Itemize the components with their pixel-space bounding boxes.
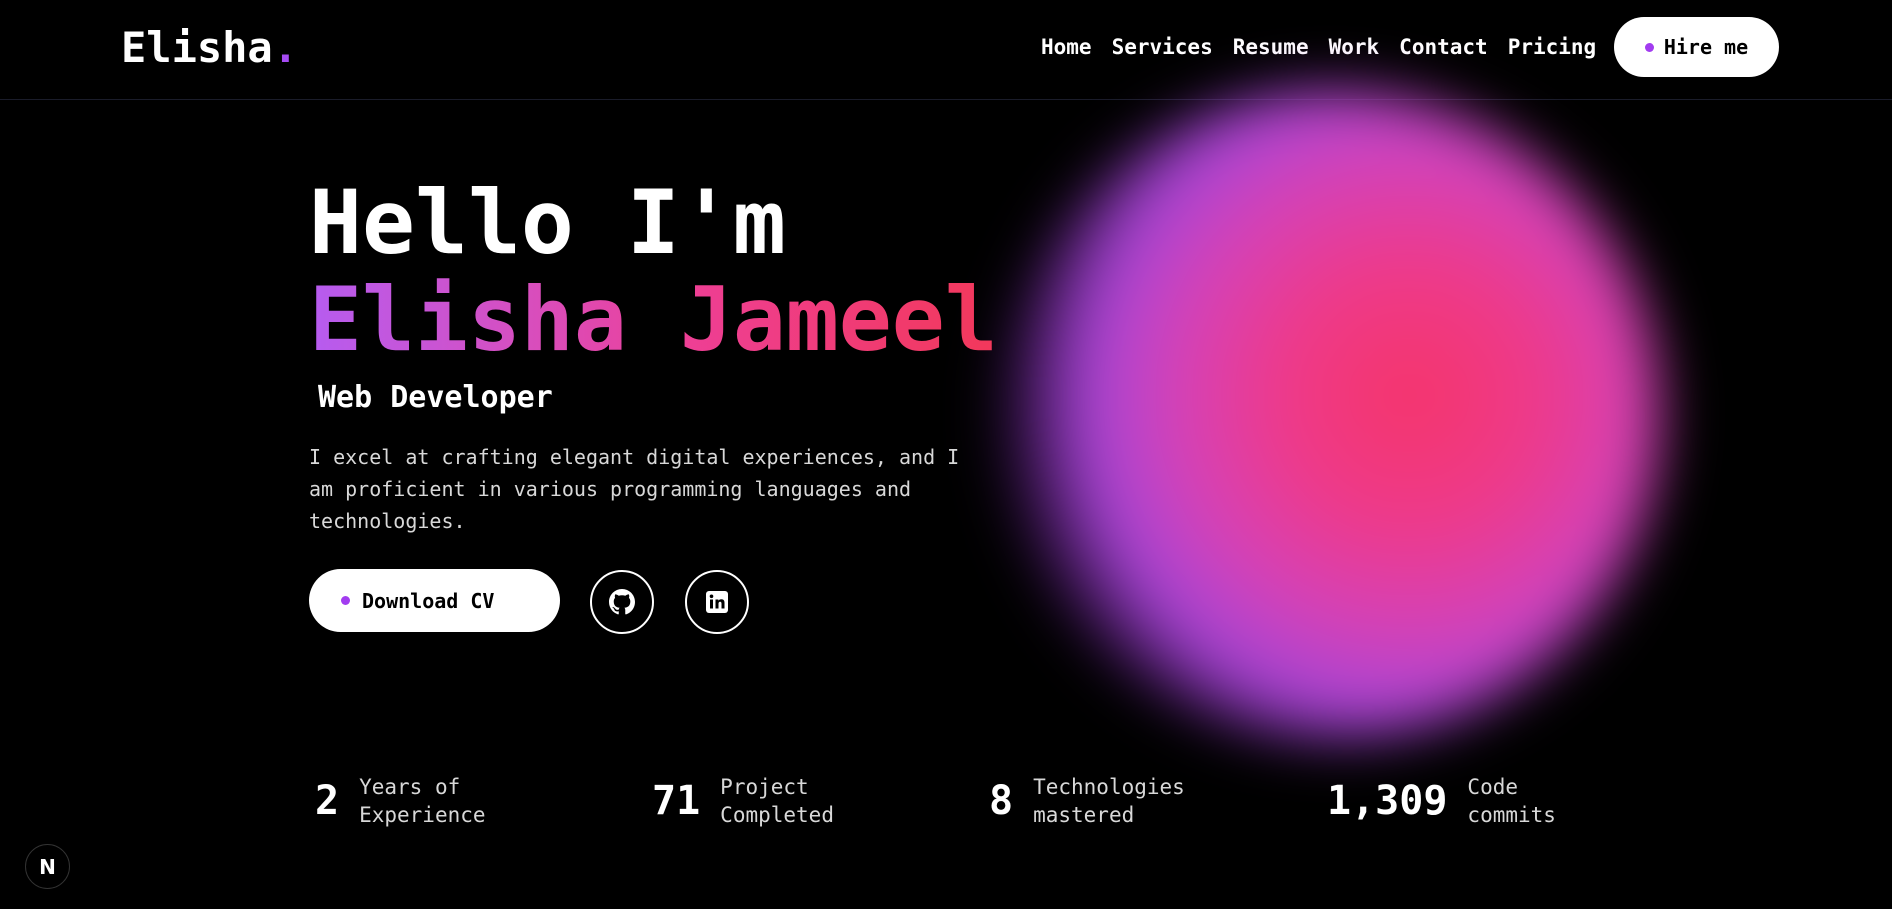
logo-dot: . xyxy=(272,23,299,72)
stat-technologies: 8 Technologies mastered xyxy=(989,773,1185,829)
hero-greeting: Hello I'm xyxy=(309,171,786,274)
stat-experience: 2 Years of Experience xyxy=(315,773,486,829)
hero-role: Web Developer xyxy=(318,380,553,415)
nav-resume[interactable]: Resume xyxy=(1233,33,1309,61)
stat-label-line1: Code xyxy=(1467,775,1518,799)
gradient-blob xyxy=(1000,90,1660,740)
nextjs-badge-icon[interactable]: N xyxy=(25,844,70,889)
logo-text: Elisha xyxy=(121,23,273,72)
main-nav: Home Services Resume Work Contact Pricin… xyxy=(1041,33,1596,61)
linkedin-icon xyxy=(706,591,728,613)
stat-label-line1: Project xyxy=(720,775,809,799)
site-header: Elisha. Home Services Resume Work Contac… xyxy=(0,0,1892,100)
github-icon xyxy=(609,589,635,615)
download-cv-label: Download CV xyxy=(362,588,495,613)
github-link[interactable] xyxy=(590,570,654,634)
stat-label-line2: Experience xyxy=(359,803,486,827)
stat-value: 2 xyxy=(315,778,340,824)
stat-label-line2: mastered xyxy=(1033,803,1135,827)
stat-value: 71 xyxy=(652,778,701,824)
dot-icon xyxy=(341,596,350,605)
stat-label: Code commits xyxy=(1467,773,1556,829)
stat-label-line1: Technologies xyxy=(1033,775,1185,799)
stat-label: Technologies mastered xyxy=(1033,773,1185,829)
nav-home[interactable]: Home xyxy=(1041,33,1092,61)
page: Elisha. Home Services Resume Work Contac… xyxy=(0,0,1892,909)
stat-label: Project Completed xyxy=(720,773,834,829)
stat-projects: 71 Project Completed xyxy=(652,773,834,829)
nav-pricing[interactable]: Pricing xyxy=(1508,33,1597,61)
hero-name: Elisha Jameel xyxy=(309,268,998,371)
nav-services[interactable]: Services xyxy=(1112,33,1213,61)
logo[interactable]: Elisha. xyxy=(121,22,298,74)
hire-me-label: Hire me xyxy=(1663,35,1749,59)
hire-me-button[interactable]: Hire me xyxy=(1614,17,1779,77)
linkedin-link[interactable] xyxy=(685,570,749,634)
stat-label-line1: Years of xyxy=(359,775,461,799)
stat-value: 1,309 xyxy=(1327,778,1448,824)
stat-commits: 1,309 Code commits xyxy=(1327,773,1556,829)
stat-value: 8 xyxy=(989,778,1014,824)
nav-contact[interactable]: Contact xyxy=(1399,33,1488,61)
stat-label: Years of Experience xyxy=(359,773,485,829)
nav-work[interactable]: Work xyxy=(1329,33,1380,61)
download-cv-button[interactable]: Download CV xyxy=(309,569,560,632)
stat-label-line2: Completed xyxy=(720,803,834,827)
dot-icon xyxy=(1644,42,1654,52)
badge-letter: N xyxy=(39,854,56,879)
stat-label-line2: commits xyxy=(1467,803,1556,827)
hero-description: I excel at crafting elegant digital expe… xyxy=(309,445,960,533)
